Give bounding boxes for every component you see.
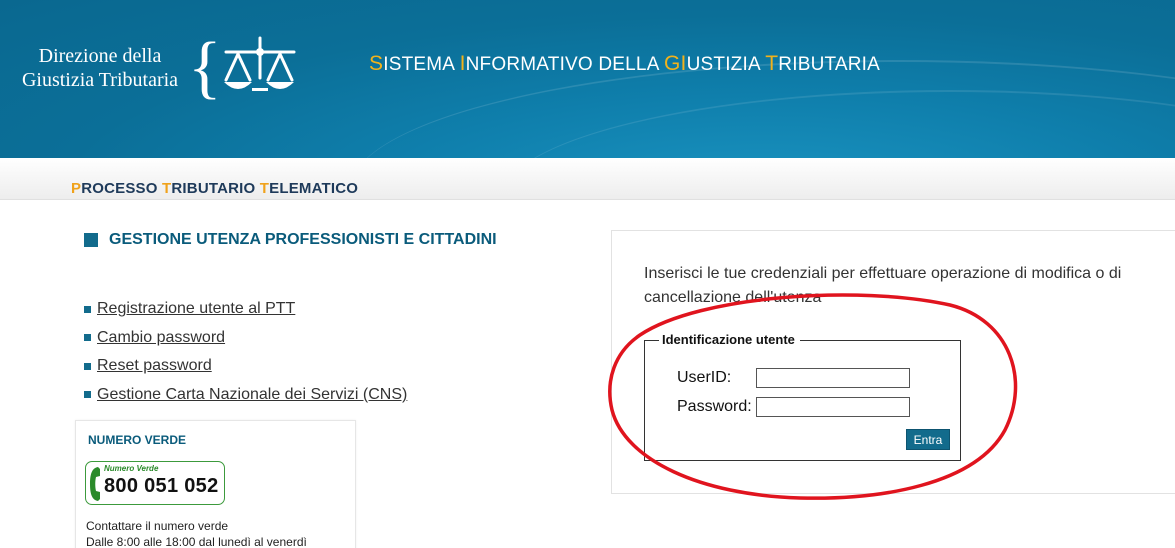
fieldset-legend: Identificazione utente: [659, 332, 800, 347]
bullet-icon: [84, 305, 91, 313]
phone-icon: [90, 467, 100, 501]
section-heading: GESTIONE UTENZA PROFESSIONISTI E CITTADI…: [84, 231, 497, 249]
title-fragment: ROCESSO: [81, 180, 163, 197]
title-fragment: ELEMATICO: [269, 180, 359, 197]
link-gestione-cns[interactable]: Gestione Carta Nazionale dei Servizi (CN…: [97, 386, 407, 404]
ptt-title: PROCESSO TRIBUTARIO TELEMATICO: [71, 180, 358, 197]
title-fragment: ISTEMA: [383, 54, 460, 75]
scales-of-justice-icon: [224, 36, 296, 91]
title-capital-letter: P: [71, 180, 82, 197]
bullet-icon: [84, 391, 91, 399]
section-title: GESTIONE UTENZA PROFESSIONISTI E CITTADI…: [109, 231, 497, 248]
title-fragment: NFORMATIVO DELLA: [465, 54, 665, 75]
link-reset-password[interactable]: Reset password: [97, 357, 212, 375]
title-capital-letter: T: [765, 52, 779, 75]
brand-line-1: Direzione della: [38, 45, 162, 67]
title-capital-letter: T: [162, 180, 172, 197]
list-item: Gestione Carta Nazionale dei Servizi (CN…: [84, 381, 407, 410]
password-input[interactable]: [756, 397, 910, 417]
title-fragment: USTIZIA: [686, 54, 766, 75]
user-management-links: Registrazione utente al PTT Cambio passw…: [84, 295, 407, 409]
title-capital-letter: T: [259, 180, 270, 197]
title-capital-letter: GI: [664, 52, 687, 75]
userid-label: UserID:: [677, 369, 732, 386]
numero-verde-title: NUMERO VERDE: [88, 433, 187, 447]
brace-decoration: {: [188, 29, 222, 106]
phone-number: 800 051 052: [104, 475, 219, 497]
title-fragment: RIBUTARIA: [778, 54, 881, 75]
entra-button[interactable]: Entra: [906, 429, 950, 450]
title-capital-letter: S: [369, 52, 384, 75]
link-registrazione[interactable]: Registrazione utente al PTT: [97, 300, 295, 318]
numero-verde-box: NUMERO VERDE Numero Verde 800 051 052 Co…: [75, 420, 356, 548]
square-bullet-icon: [84, 233, 98, 247]
numero-verde-badge-label: Numero Verde: [104, 464, 159, 473]
contact-text: Contattare il numero verde: [86, 519, 229, 533]
numero-verde-badge: Numero Verde 800 051 052: [85, 461, 225, 505]
password-label: Password:: [677, 398, 752, 415]
system-title: SISTEMA INFORMATIVO DELLA GIUSTIZIA TRIB…: [369, 52, 880, 76]
bullet-icon: [84, 362, 91, 370]
list-item: Reset password: [84, 352, 407, 381]
link-cambio-password[interactable]: Cambio password: [97, 329, 225, 347]
brand-name: Direzione della Giustizia Tributaria: [14, 44, 186, 92]
login-instructions: Inserisci le tue credenziali per effettu…: [644, 265, 1122, 306]
contact-hours: Dalle 8:00 alle 18:00 dal lunedì al vene…: [86, 535, 307, 548]
list-item: Registrazione utente al PTT: [84, 295, 407, 324]
brand-line-2: Giustizia Tributaria: [21, 69, 179, 91]
userid-input[interactable]: [756, 368, 910, 388]
list-item: Cambio password: [84, 324, 407, 353]
bullet-icon: [84, 334, 91, 342]
title-fragment: RIBUTARIO: [171, 180, 260, 197]
